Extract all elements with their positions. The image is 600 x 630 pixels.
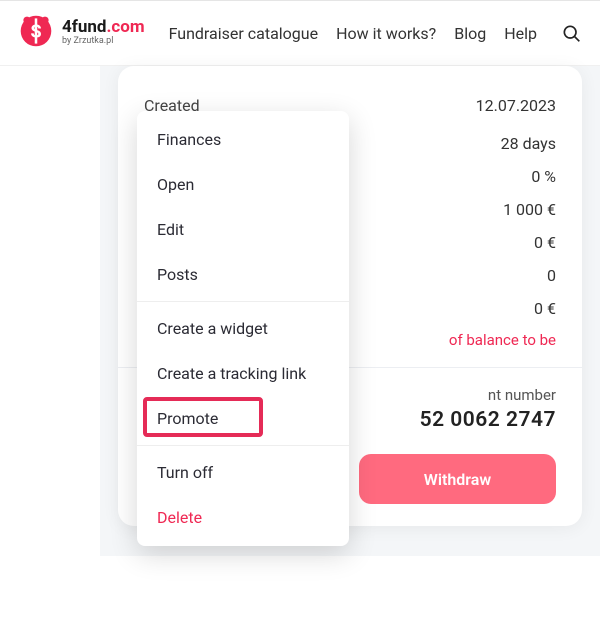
nav-catalogue[interactable]: Fundraiser catalogue bbox=[169, 24, 319, 43]
search-icon bbox=[561, 23, 581, 43]
nav-how-it-works[interactable]: How it works? bbox=[336, 24, 436, 43]
dropdown-finances[interactable]: Finances bbox=[137, 117, 349, 162]
logo[interactable]: S 4fund.com by Zrzutka.pl bbox=[18, 13, 145, 53]
logo-text: 4fund.com by Zrzutka.pl bbox=[62, 19, 145, 46]
nav-blog[interactable]: Blog bbox=[454, 24, 486, 43]
stat-supporters-value: 0 bbox=[547, 266, 556, 285]
logo-mark-icon: S bbox=[18, 13, 54, 53]
stat-raised-value: 0 € bbox=[534, 233, 556, 252]
stat-goal-value: 1 000 € bbox=[503, 200, 556, 219]
dropdown-turn-off[interactable]: Turn off bbox=[137, 450, 349, 495]
stat-percent-value: 0 % bbox=[531, 167, 556, 186]
dropdown-posts[interactable]: Posts bbox=[137, 252, 349, 297]
stat-days-value: 28 days bbox=[501, 134, 556, 153]
withdraw-button-label: Withdraw bbox=[424, 470, 491, 489]
withdraw-button[interactable]: Withdraw bbox=[359, 454, 556, 504]
dropdown-promote[interactable]: Promote bbox=[137, 396, 349, 441]
dropdown-create-tracking-link[interactable]: Create a tracking link bbox=[137, 351, 349, 396]
nav-help[interactable]: Help bbox=[504, 24, 537, 43]
dropdown-open[interactable]: Open bbox=[137, 162, 349, 207]
dropdown-edit[interactable]: Edit bbox=[137, 207, 349, 252]
top-header: S 4fund.com by Zrzutka.pl Fundraiser cat… bbox=[0, 0, 600, 66]
dropdown-separator-1 bbox=[137, 301, 349, 302]
more-dropdown: Finances Open Edit Posts Create a widget… bbox=[137, 111, 349, 546]
primary-nav: Fundraiser catalogue How it works? Blog … bbox=[169, 24, 552, 43]
stat-created-value: 12.07.2023 bbox=[476, 96, 556, 115]
dropdown-create-widget[interactable]: Create a widget bbox=[137, 306, 349, 351]
dropdown-separator-2 bbox=[137, 445, 349, 446]
search-button[interactable] bbox=[560, 22, 582, 44]
stat-balance-value: 0 € bbox=[534, 299, 556, 318]
dropdown-delete[interactable]: Delete bbox=[137, 495, 349, 540]
